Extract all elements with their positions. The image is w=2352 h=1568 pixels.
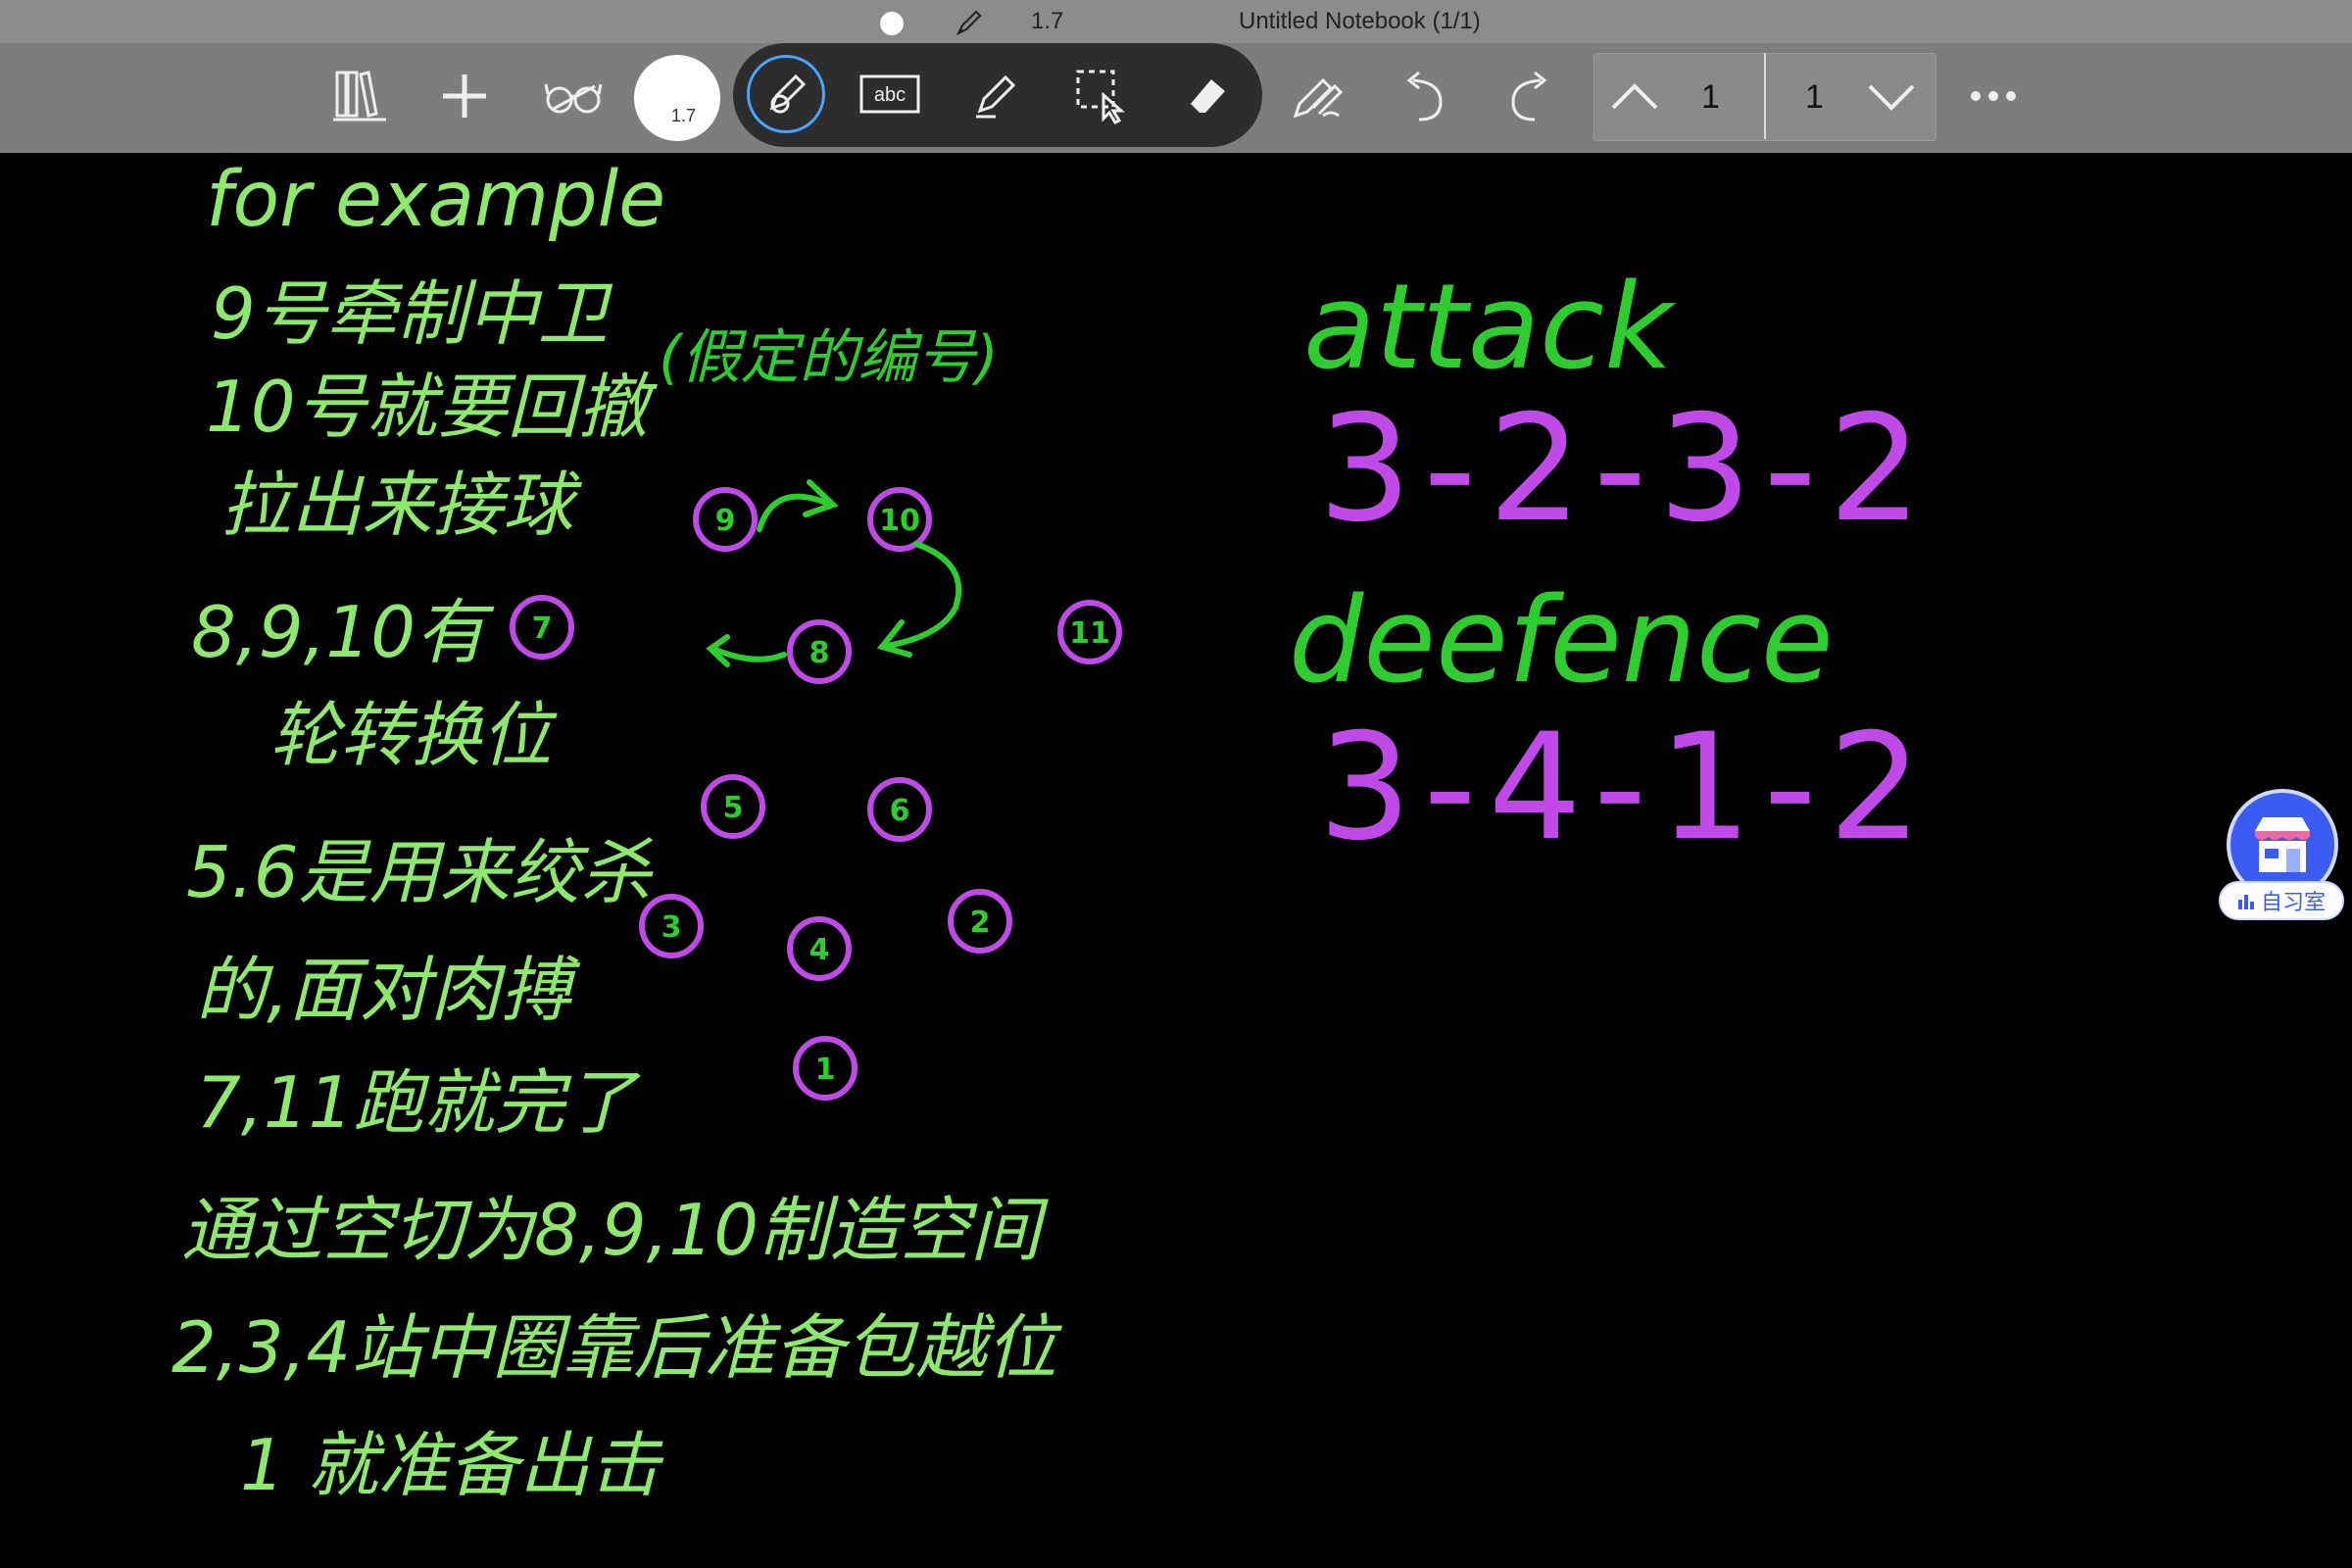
study-room-widget[interactable]: 自习室: [2219, 789, 2346, 926]
player-3-label: 3: [662, 910, 682, 945]
note-line-pull-out: 拉出来接球: [220, 464, 582, 546]
player-11-label: 11: [1069, 616, 1110, 651]
player-7-label: 7: [532, 612, 553, 646]
note-line-2-3-4: 2,3,4站中圈靠后准备包越位: [172, 1306, 1062, 1389]
attack-formation: 3-2-3-2: [1318, 384, 1934, 555]
note-line-1: 1 就准备出击: [240, 1424, 664, 1506]
handwriting-layer: for example 9号牵制中卫 10号就要回撤 拉出来接球 8,9,10有…: [172, 156, 1934, 1506]
player-6-label: 6: [890, 794, 910, 828]
arrow-9-to-10: [757, 493, 834, 532]
note-line-7-11: 7,11跑就完了: [196, 1061, 641, 1144]
player-2-label: 2: [970, 906, 991, 940]
player-5-label: 5: [723, 791, 744, 825]
defence-label: deefence: [1289, 573, 1834, 710]
note-line-physical: 的,面对肉搏: [196, 949, 581, 1031]
note-line-rotate: 轮转换位: [270, 694, 558, 776]
player-1-label: 1: [815, 1053, 836, 1087]
attack-label: attack: [1303, 260, 1677, 396]
note-line-9: 9号牵制中卫: [211, 272, 613, 355]
diagram-caption: (假定的编号): [659, 323, 999, 392]
player-4-label: 4: [809, 933, 830, 967]
note-line-10: 10号就要回撤: [206, 366, 659, 448]
note-line-8-9-10: 8,9,10有: [191, 591, 495, 673]
note-line-5-6: 5.6是用来绞杀: [186, 831, 655, 913]
player-8-label: 8: [809, 636, 830, 670]
note-line-for-example: for example: [206, 156, 665, 244]
study-room-label: 自习室: [2260, 890, 2326, 914]
bar-chart-icon: [2237, 895, 2254, 909]
player-9-label: 9: [715, 504, 736, 538]
arrow-10-to-8-head: [876, 619, 912, 658]
note-line-space: 通过空切为8,9,10制造空间: [181, 1189, 1049, 1271]
player-10-label: 10: [879, 504, 920, 538]
study-room-label-pill: 自习室: [2219, 881, 2344, 920]
defence-formation: 3-4-1-2: [1318, 703, 1934, 873]
